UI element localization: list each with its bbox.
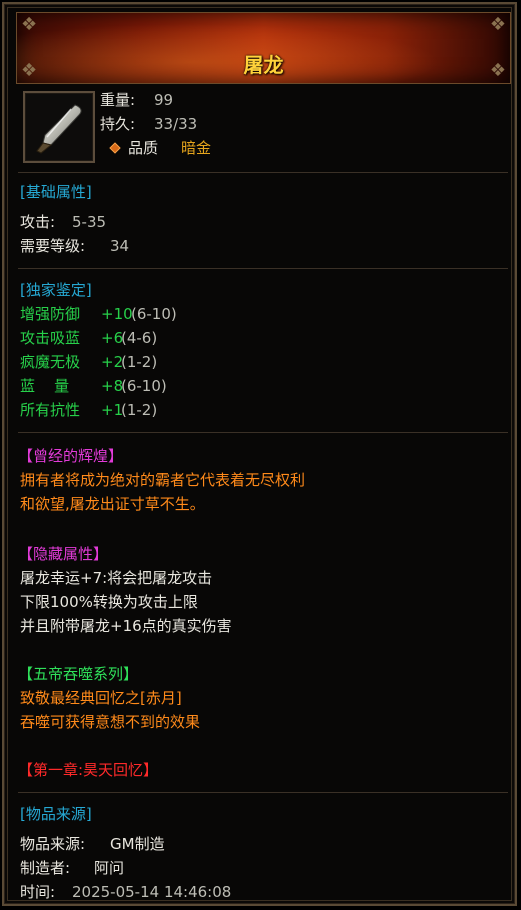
attribute-range: (1-2) [121, 353, 158, 371]
item-tooltip-panel: ❖ ❖ ❖ ❖ 屠龙 重量: 99 持久: 33/33 品质 暗金 [基础属性]… [2, 2, 517, 906]
attribute-name: 增强防御 [20, 305, 81, 323]
hidden-text-line: 下限100%转换为攻击上限 [20, 593, 198, 611]
sword-icon [36, 104, 82, 154]
attribute-bonus: +1 [101, 401, 124, 419]
title-banner: ❖ ❖ ❖ ❖ 屠龙 [16, 12, 511, 84]
attribute-range: (6-10) [121, 377, 167, 395]
corner-ornament-icon: ❖ [489, 14, 506, 35]
required-level-label: 需要等级: [20, 237, 86, 255]
attribute-bonus: +10 [101, 305, 133, 323]
glory-text-line: 拥有者将成为绝对的霸者它代表着无尽权利 [20, 471, 306, 489]
series-header: 【五帝吞噬系列】 [18, 665, 139, 683]
quality-diamond-icon [109, 142, 121, 154]
attribute-name: 疯魔无极 [20, 353, 81, 371]
hidden-attributes-header: 【隐藏属性】 [18, 545, 109, 563]
hidden-text-line: 并且附带屠龙+16点的真实伤害 [20, 617, 232, 635]
attribute-bonus: +6 [101, 329, 124, 347]
attribute-name: 蓝 量 [20, 377, 70, 395]
source-label: 物品来源: [20, 835, 86, 853]
time-label: 时间: [20, 883, 56, 901]
time-value: 2025-05-14 14:46:08 [72, 883, 232, 901]
series-text-line: 吞噬可获得意想不到的效果 [20, 713, 201, 731]
divider [18, 172, 508, 173]
item-source-header: [物品来源] [20, 805, 92, 823]
basic-attributes-header: [基础属性] [20, 183, 92, 201]
corner-ornament-icon: ❖ [21, 14, 38, 35]
attribute-bonus: +2 [101, 353, 124, 371]
attribute-range: (4-6) [121, 329, 158, 347]
durability-value: 33/33 [154, 115, 198, 133]
weight-value: 99 [154, 91, 174, 109]
required-level-value: 34 [110, 237, 130, 255]
hidden-text-line: 屠龙幸运+7:将会把屠龙攻击 [20, 569, 213, 587]
attribute-bonus: +8 [101, 377, 124, 395]
series-text-line: 致敬最经典回忆之[赤月] [20, 689, 182, 707]
divider [18, 268, 508, 269]
chapter-header: 【第一章:昊天回忆】 [18, 761, 159, 779]
quality-value: 暗金 [181, 139, 212, 157]
attribute-range: (1-2) [121, 401, 158, 419]
glory-header: 【曾经的辉煌】 [18, 447, 124, 465]
maker-label: 制造者: [20, 859, 71, 877]
source-value: GM制造 [110, 835, 165, 853]
maker-value: 阿问 [94, 859, 125, 877]
divider [18, 432, 508, 433]
durability-label: 持久: [100, 115, 136, 133]
attack-value: 5-35 [72, 213, 107, 231]
attribute-range: (6-10) [131, 305, 177, 323]
weight-label: 重量: [100, 91, 136, 109]
glory-text-line: 和欲望,屠龙出证寸草不生。 [20, 495, 205, 513]
attribute-name: 攻击吸蓝 [20, 329, 81, 347]
quality-label: 品质 [128, 139, 159, 157]
item-title: 屠龙 [243, 53, 284, 77]
attribute-name: 所有抗性 [20, 401, 81, 419]
item-icon-slot [23, 91, 95, 163]
exclusive-appraisal-header: [独家鉴定] [20, 281, 92, 299]
divider [18, 792, 508, 793]
attack-label: 攻击: [20, 213, 56, 231]
